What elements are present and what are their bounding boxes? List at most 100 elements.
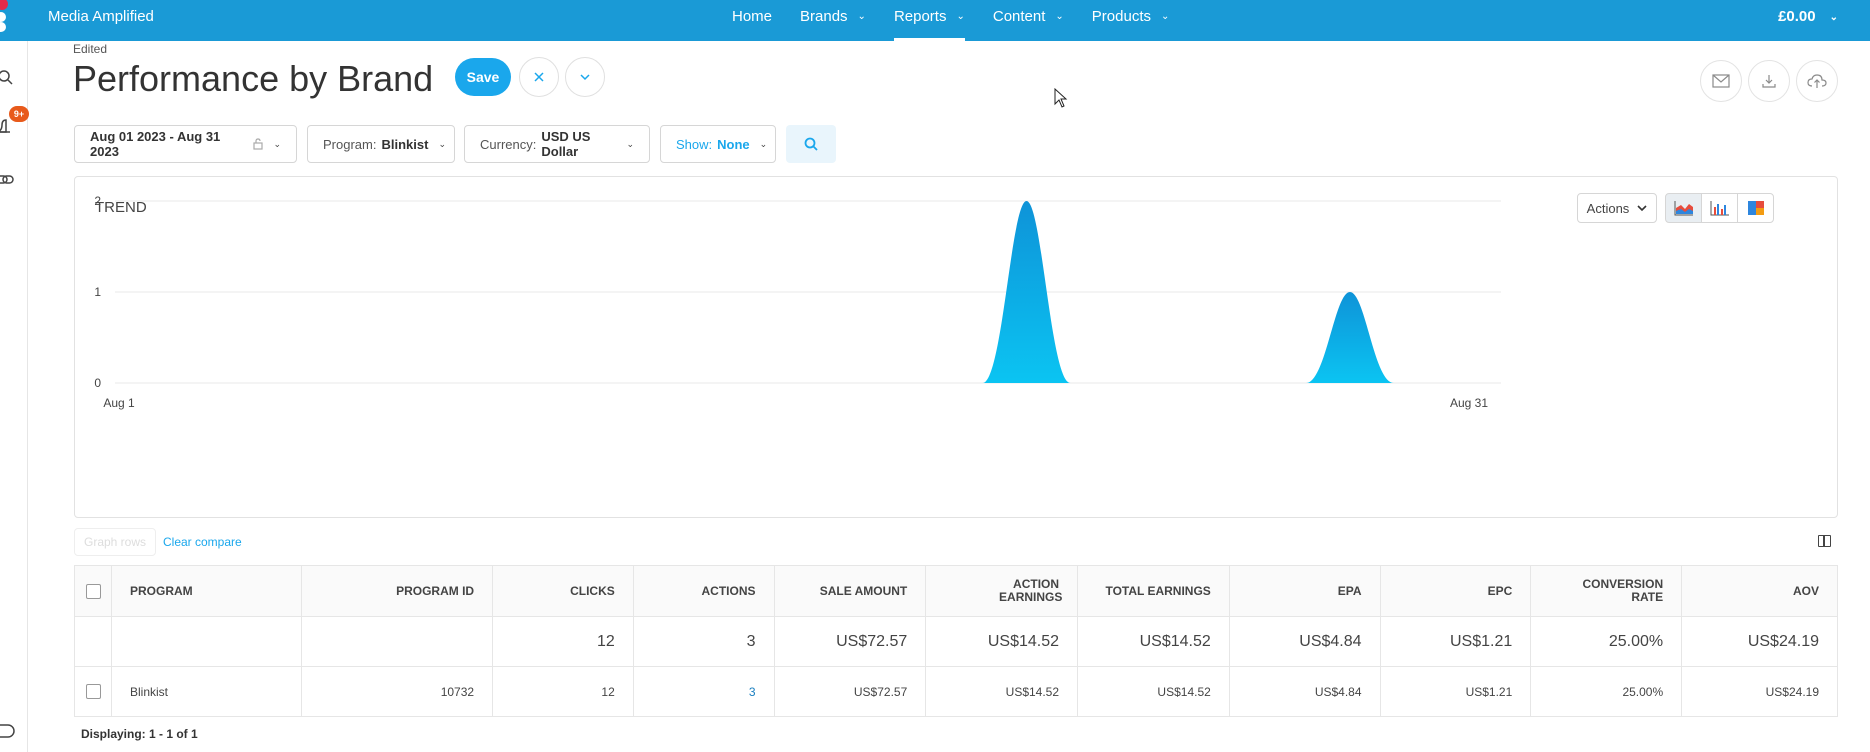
email-icon (1712, 74, 1730, 88)
cell-aov: US$24.19 (1681, 666, 1838, 717)
graph-rows-button[interactable]: Graph rows (74, 528, 156, 556)
program-filter-value: Blinkist (381, 136, 429, 152)
nav-content[interactable]: Content ⌄ (993, 0, 1064, 41)
date-range-value: Aug 01 2023 - Aug 31 2023 (90, 129, 221, 159)
currency-filter[interactable]: Currency: USD US Dollar ⌄ (464, 125, 650, 163)
cell-program-id: 10732 (300, 666, 494, 717)
download-button[interactable] (1748, 60, 1790, 102)
totals-epc: US$1.21 (1379, 616, 1532, 667)
cell-clicks: 12 (492, 666, 634, 717)
select-all-cell (74, 565, 112, 617)
col-action-earnings[interactable]: ACTION EARNINGS (925, 565, 1079, 617)
download-icon (1762, 75, 1776, 88)
report-table: PROGRAM PROGRAM ID CLICKS ACTIONS SALE A… (74, 565, 1838, 717)
col-clicks[interactable]: CLICKS (492, 565, 634, 617)
totals-sale-amount: US$72.57 (773, 616, 927, 667)
col-conversion-rate[interactable]: CONVERSION RATE (1530, 565, 1683, 617)
balance-value: £0.00 (1778, 8, 1816, 25)
cell-sale-amount: US$72.57 (773, 666, 927, 717)
close-icon (534, 72, 544, 82)
trend-chart: 0 1 2 Aug 1 Aug 31 (94, 194, 1501, 410)
cell-program: Blinkist (111, 666, 302, 717)
save-button[interactable]: Save (455, 58, 511, 96)
link-icon[interactable] (0, 171, 18, 189)
page-title: Performance by Brand (73, 58, 434, 99)
totals-epa: US$4.84 (1228, 616, 1381, 667)
show-filter[interactable]: Show: None ⌄ (660, 125, 776, 163)
y-tick-label: 2 (94, 194, 101, 208)
totals-conversion-rate: 25.00% (1530, 616, 1683, 667)
pagination-summary: Displaying: 1 - 1 of 1 (81, 727, 198, 741)
row-checkbox[interactable] (85, 684, 101, 700)
totals-actions: 3 (632, 616, 775, 667)
col-aov[interactable]: AOV (1681, 565, 1838, 617)
chevron-down-icon: ⌄ (1055, 11, 1064, 22)
col-actions[interactable]: ACTIONS (632, 565, 775, 617)
nav-brands[interactable]: Brands ⌄ (800, 0, 866, 41)
show-filter-label: Show: (676, 136, 713, 152)
search-icon[interactable] (0, 68, 18, 86)
col-total-earnings[interactable]: TOTAL EARNINGS (1077, 565, 1230, 617)
col-program-id[interactable]: PROGRAM ID (300, 565, 494, 617)
area-peak[interactable] (1306, 292, 1394, 383)
show-filter-value: None (717, 136, 750, 152)
chevron-down-icon: ⌄ (1161, 11, 1170, 22)
clear-compare-link[interactable]: Clear compare (163, 535, 242, 549)
x-tick-label: Aug 1 (103, 396, 135, 410)
nav-reports-label: Reports (893, 8, 947, 25)
app-logo[interactable] (0, 0, 12, 34)
collapse-icon[interactable] (0, 722, 18, 740)
columns-icon[interactable] (1818, 535, 1831, 547)
top-navbar: Media Amplified Home Brands ⌄ Reports ⌄ Co… (0, 0, 1870, 41)
lock-open-icon (253, 138, 263, 150)
main-nav: Home Brands ⌄ Reports ⌄ Content ⌄ Products ⌄ (732, 0, 1197, 41)
nav-products-label: Products (1091, 8, 1151, 25)
totals-total-earnings: US$14.52 (1077, 616, 1230, 667)
chevron-down-icon: ⌄ (857, 11, 866, 22)
email-report-button[interactable] (1700, 60, 1742, 102)
cloud-export-button[interactable] (1796, 60, 1838, 102)
chevron-down-icon: ⌄ (759, 138, 768, 149)
actions-link[interactable]: 3 (749, 685, 756, 699)
mouse-cursor-icon (1054, 88, 1068, 108)
select-all-checkbox[interactable] (85, 583, 101, 599)
discard-button[interactable] (519, 57, 559, 97)
row-select-cell (74, 666, 112, 717)
nav-reports[interactable]: Reports ⌄ (893, 0, 965, 41)
table-header-row: PROGRAM PROGRAM ID CLICKS ACTIONS SALE A… (74, 565, 1838, 617)
col-sale-amount[interactable]: SALE AMOUNT (773, 565, 927, 617)
nav-products[interactable]: Products ⌄ (1092, 0, 1170, 41)
left-rail (0, 41, 28, 752)
run-search-button[interactable] (786, 125, 836, 163)
totals-empty-cell (74, 616, 112, 667)
cell-action-earnings: US$14.52 (925, 666, 1079, 717)
y-tick-label: 1 (94, 285, 101, 299)
notifications-badge: 9+ (9, 106, 29, 122)
save-options-button[interactable] (565, 57, 605, 97)
cell-total-earnings: US$14.52 (1077, 666, 1230, 717)
cell-conversion-rate: 25.00% (1530, 666, 1683, 717)
date-range-filter[interactable]: Aug 01 2023 - Aug 31 2023 ⌄ (74, 125, 297, 163)
app-name[interactable]: Media Amplified (48, 8, 154, 25)
chevron-down-icon: ⌄ (626, 138, 634, 149)
totals-clicks: 12 (492, 616, 634, 667)
nav-home[interactable]: Home (732, 0, 772, 41)
search-icon (804, 137, 818, 151)
totals-aov: US$24.19 (1681, 616, 1838, 667)
nav-home-label: Home (732, 8, 773, 25)
cell-actions: 3 (632, 666, 775, 717)
totals-row: 12 3 US$72.57 US$14.52 US$14.52 US$4.84 … (74, 616, 1838, 667)
col-program[interactable]: PROGRAM (111, 565, 302, 617)
account-balance[interactable]: £0.00 ⌄ (1778, 8, 1838, 25)
cell-epa: US$4.84 (1228, 666, 1381, 717)
col-epa[interactable]: EPA (1228, 565, 1381, 617)
chevron-down-icon: ⌄ (1829, 12, 1838, 23)
nav-brands-label: Brands (800, 8, 848, 25)
cloud-upload-icon (1807, 74, 1827, 88)
totals-action-earnings: US$14.52 (925, 616, 1079, 667)
col-epc[interactable]: EPC (1379, 565, 1532, 617)
chevron-down-icon: ⌄ (956, 11, 965, 22)
program-filter[interactable]: Program: Blinkist ⌄ (307, 125, 455, 163)
currency-filter-value: USD US Dollar (541, 129, 591, 159)
program-filter-label: Program: (323, 136, 377, 152)
